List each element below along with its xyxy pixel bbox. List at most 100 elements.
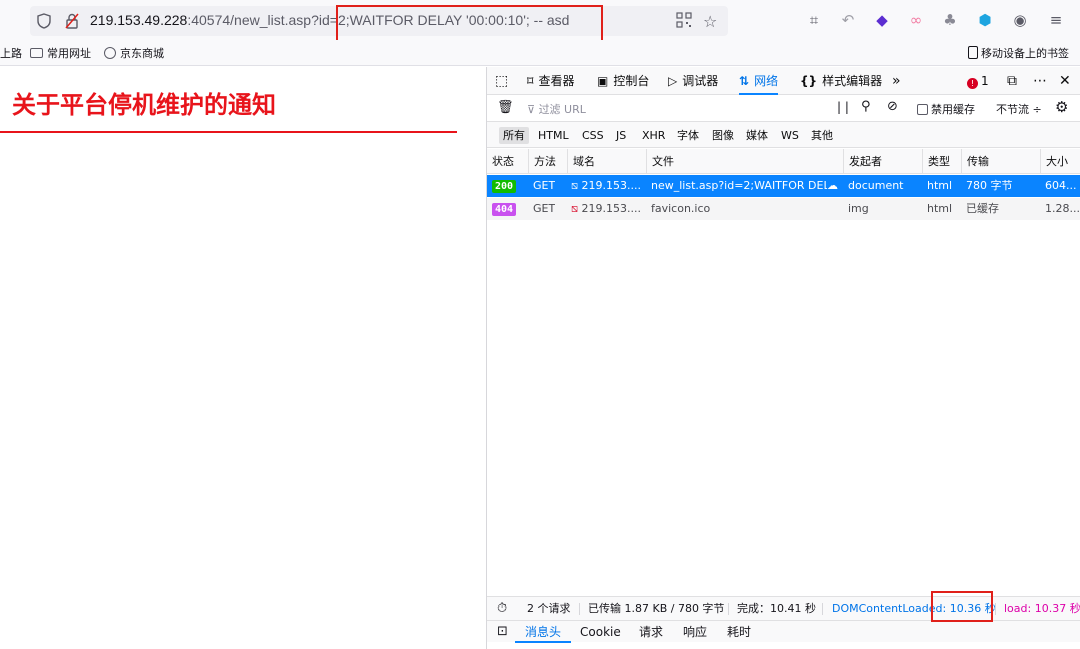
status-badge: 200 [492,180,517,193]
stopwatch-icon[interactable]: ⏱ [497,597,507,621]
summary-divider [579,603,580,615]
filter-fonts[interactable]: 字体 [673,127,703,144]
tab-cookie[interactable]: Cookie [580,621,621,643]
pick-element-icon[interactable]: ⬚ [495,67,508,95]
url-host: 219.153.49.228 [90,12,188,28]
file-cell: new_list.asp?id=2;WAITFOR DELA [651,179,827,192]
domain-text: 219.153.... [581,179,641,192]
extension-circles-icon[interactable]: ∞ [906,10,926,30]
col-method[interactable]: 方法 [528,149,556,174]
method-cell: GET [533,179,556,192]
col-domain[interactable]: 域名 [567,149,595,174]
tab-network[interactable]: ⇅ 网络 [739,67,779,95]
filter-all[interactable]: 所有 [499,127,529,144]
tab-console[interactable]: ▣ 控制台 [597,67,649,95]
filter-html[interactable]: HTML [534,127,573,144]
tab-label: 查看器 [538,74,575,88]
type-cell: html [927,179,953,192]
col-status[interactable]: 状态 [487,149,514,174]
tab-request[interactable]: 请求 [639,621,663,643]
more-tabs-chevron-icon[interactable]: » [892,67,901,95]
trash-clear-icon[interactable]: 🗑 [497,100,514,115]
col-initiator[interactable]: 发起者 [843,149,882,174]
bookmark-label: 移动设备上的书签 [981,47,1069,60]
browser-toolbar: 219.153.49.228:40574/new_list.asp?id=2;W… [0,0,1080,42]
status-cell: 200 [492,175,517,197]
bookmark-label: 京东商城 [120,47,164,60]
filter-js[interactable]: JS [612,127,630,144]
qr-code-icon[interactable] [676,12,692,32]
request-count: 2 个请求 [527,602,571,615]
page-title: 关于平台停机维护的通知 [12,91,276,119]
filter-placeholder: 过滤 URL [538,103,586,116]
toggle-details-icon[interactable]: ⊡ [497,621,508,643]
tab-inspector[interactable]: ⌑ 查看器 [527,67,574,95]
error-count-badge[interactable]: ! 1 [967,67,989,95]
network-icon: ⇅ [739,74,750,88]
close-devtools-icon[interactable]: ✕ [1059,67,1071,95]
bookmark-folder-common[interactable]: 常用网址 [30,45,91,61]
bookmark-jd[interactable]: 京东商城 [104,45,164,61]
dock-side-icon[interactable]: ⧉ [1007,67,1017,95]
summary-divider [822,603,823,615]
filter-ws[interactable]: WS [777,127,803,144]
disable-cache-checkbox[interactable]: 禁用缓存 [917,101,975,117]
insecure-connection-icon: ⧅ [571,202,582,215]
tab-timings[interactable]: 耗时 [727,621,751,643]
debugger-icon: ▷ [668,74,678,88]
finish-time: 完成：10.41 秒 [737,602,816,615]
table-row[interactable]: 404 GET ⧅ 219.153.... favicon.ico img ht… [487,198,1080,220]
filter-media[interactable]: 媒体 [742,127,772,144]
shield-icon[interactable] [36,13,52,29]
tab-label: 样式编辑器 [822,74,883,88]
tab-headers[interactable]: 消息头 [514,621,572,643]
checkbox-icon [917,104,928,115]
filter-css[interactable]: CSS [578,127,608,144]
tab-response[interactable]: 响应 [683,621,707,643]
back-arrow-icon[interactable]: ↶ [838,10,858,30]
tab-debugger[interactable]: ▷ 调试器 [668,67,718,95]
request-detail-tabs: ⊡ 消息头 Cookie 请求 响应 耗时 [487,620,1080,643]
crop-icon[interactable]: ⌗ [804,10,824,30]
bookmarks-bar: 上路 常用网址 京东商城 移动设备上的书签 [0,40,1080,66]
menu-hamburger-icon[interactable]: ≡ [1046,10,1066,30]
status-badge: 404 [492,203,517,216]
bookmark-item[interactable]: 上路 [0,45,22,61]
bookmark-star-icon[interactable]: ☆ [703,12,717,31]
inspector-icon: ⌑ [527,74,534,88]
extension-cube-icon[interactable]: ◆ [872,10,892,30]
settings-gear-icon[interactable]: ⚙ [1055,98,1068,116]
title-divider [0,131,457,133]
tab-label: 控制台 [613,74,650,88]
filter-other[interactable]: 其他 [807,127,837,144]
col-file[interactable]: 文件 [646,149,674,174]
table-row[interactable]: 200 GET ⧅ 219.153.... new_list.asp?id=2;… [487,175,1080,197]
initiator-cell: img [848,202,869,215]
network-filter-bar: 🗑 ⊽ 过滤 URL | | ⚲ ⊘ 禁用缓存 不节流 ÷ ⚙ [487,95,1080,122]
load-time: load: 10.37 秒 [1004,602,1080,615]
extension-puzzle-icon[interactable]: ♣ [940,10,960,30]
block-icon[interactable]: ⊘ [887,99,898,114]
filter-xhr[interactable]: XHR [638,127,669,144]
search-icon[interactable]: ⚲ [861,99,871,114]
col-type[interactable]: 类型 [922,149,950,174]
extension-hex-icon[interactable]: ⬢ [975,10,995,30]
request-type-filters: 所有 HTML CSS JS XHR 字体 图像 媒体 WS 其他 [487,122,1080,148]
throttle-select[interactable]: 不节流 ÷ [996,101,1042,117]
pause-icon[interactable]: | | [837,100,849,114]
type-cell: html [927,202,953,215]
insecure-lock-icon[interactable] [64,13,80,29]
filter-url-input[interactable]: ⊽ 过滤 URL [527,101,586,117]
filter-images[interactable]: 图像 [708,127,738,144]
col-size[interactable]: 大小 [1040,149,1068,174]
devtools-tabbar: ⬚ ⌑ 查看器 ▣ 控制台 ▷ 调试器 ⇅ 网络 {} 样式编辑器 » ! 1 ⧉ ⋯ ✕ [487,67,1080,95]
mobile-bookmarks[interactable]: 移动设备上的书签 [968,45,1069,61]
more-options-icon[interactable]: ⋯ [1033,67,1047,95]
console-icon: ▣ [597,74,609,88]
account-circle-icon[interactable]: ◉ [1010,10,1030,30]
tab-label: 网络 [754,74,779,88]
col-transferred[interactable]: 传输 [961,149,989,174]
transferred-summary: 已传输 1.87 KB / 780 字节 [588,602,725,615]
tab-style-editor[interactable]: {} 样式编辑器 [800,67,882,95]
size-cell: 604... [1045,179,1077,192]
